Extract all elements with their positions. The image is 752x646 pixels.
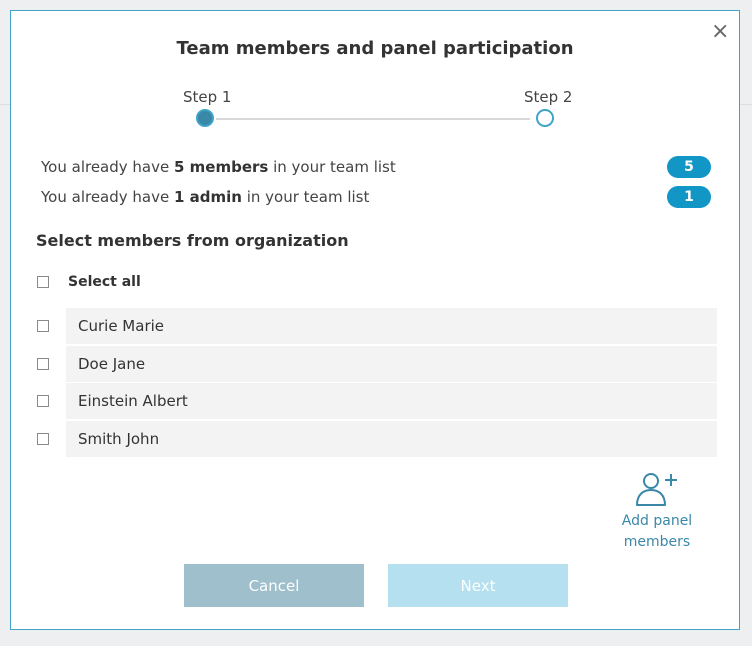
members-count-info: You already have 5 members in your team … (41, 158, 396, 176)
info-prefix: You already have (41, 188, 174, 206)
member-checkbox[interactable] (37, 395, 49, 407)
admin-count-badge: 1 (667, 186, 711, 208)
info-prefix: You already have (41, 158, 174, 176)
member-row-doe-jane[interactable]: Doe Jane (37, 345, 717, 382)
step-2-label: Step 2 (524, 88, 573, 106)
stepper-line (216, 118, 530, 120)
team-members-modal: × Team members and panel participation S… (10, 10, 740, 630)
add-panel-label-line1: Add panel (621, 513, 693, 529)
member-checkbox[interactable] (37, 320, 49, 332)
member-row-smith-john[interactable]: Smith John (37, 420, 717, 457)
member-row-curie-marie[interactable]: Curie Marie (37, 308, 717, 344)
section-title: Select members from organization (36, 231, 349, 250)
info-strong: 5 members (173, 158, 269, 176)
members-count-badge: 5 (667, 156, 711, 178)
next-button[interactable]: Next (388, 564, 568, 607)
member-name: Einstein Albert (78, 392, 188, 410)
member-name: Doe Jane (78, 354, 146, 373)
step-1-label: Step 1 (183, 88, 232, 106)
member-name: Smith John (78, 429, 160, 448)
add-panel-members-button[interactable]: Add panel members (617, 471, 697, 553)
member-checkbox[interactable] (37, 357, 49, 370)
info-suffix: in your team list (241, 188, 370, 206)
members-list: Curie Marie Doe Jane Einstein Albert Smi… (37, 308, 717, 458)
member-row-einstein-albert[interactable]: Einstein Albert (37, 383, 717, 419)
cancel-button[interactable]: Cancel (184, 564, 364, 607)
member-checkbox[interactable] (37, 432, 49, 445)
modal-title: Team members and panel participation (176, 38, 574, 59)
step-1-indicator (196, 109, 214, 127)
admin-count-info: You already have 1 admin in your team li… (41, 188, 369, 206)
add-panel-label-line2: members (623, 534, 691, 550)
select-all-label[interactable]: Select all (68, 274, 141, 290)
add-user-icon (636, 473, 677, 506)
info-suffix: in your team list (268, 158, 396, 176)
select-all-checkbox[interactable] (37, 276, 49, 288)
info-strong: 1 admin (173, 188, 242, 206)
step-2-indicator (536, 109, 554, 127)
member-name: Curie Marie (78, 317, 165, 335)
